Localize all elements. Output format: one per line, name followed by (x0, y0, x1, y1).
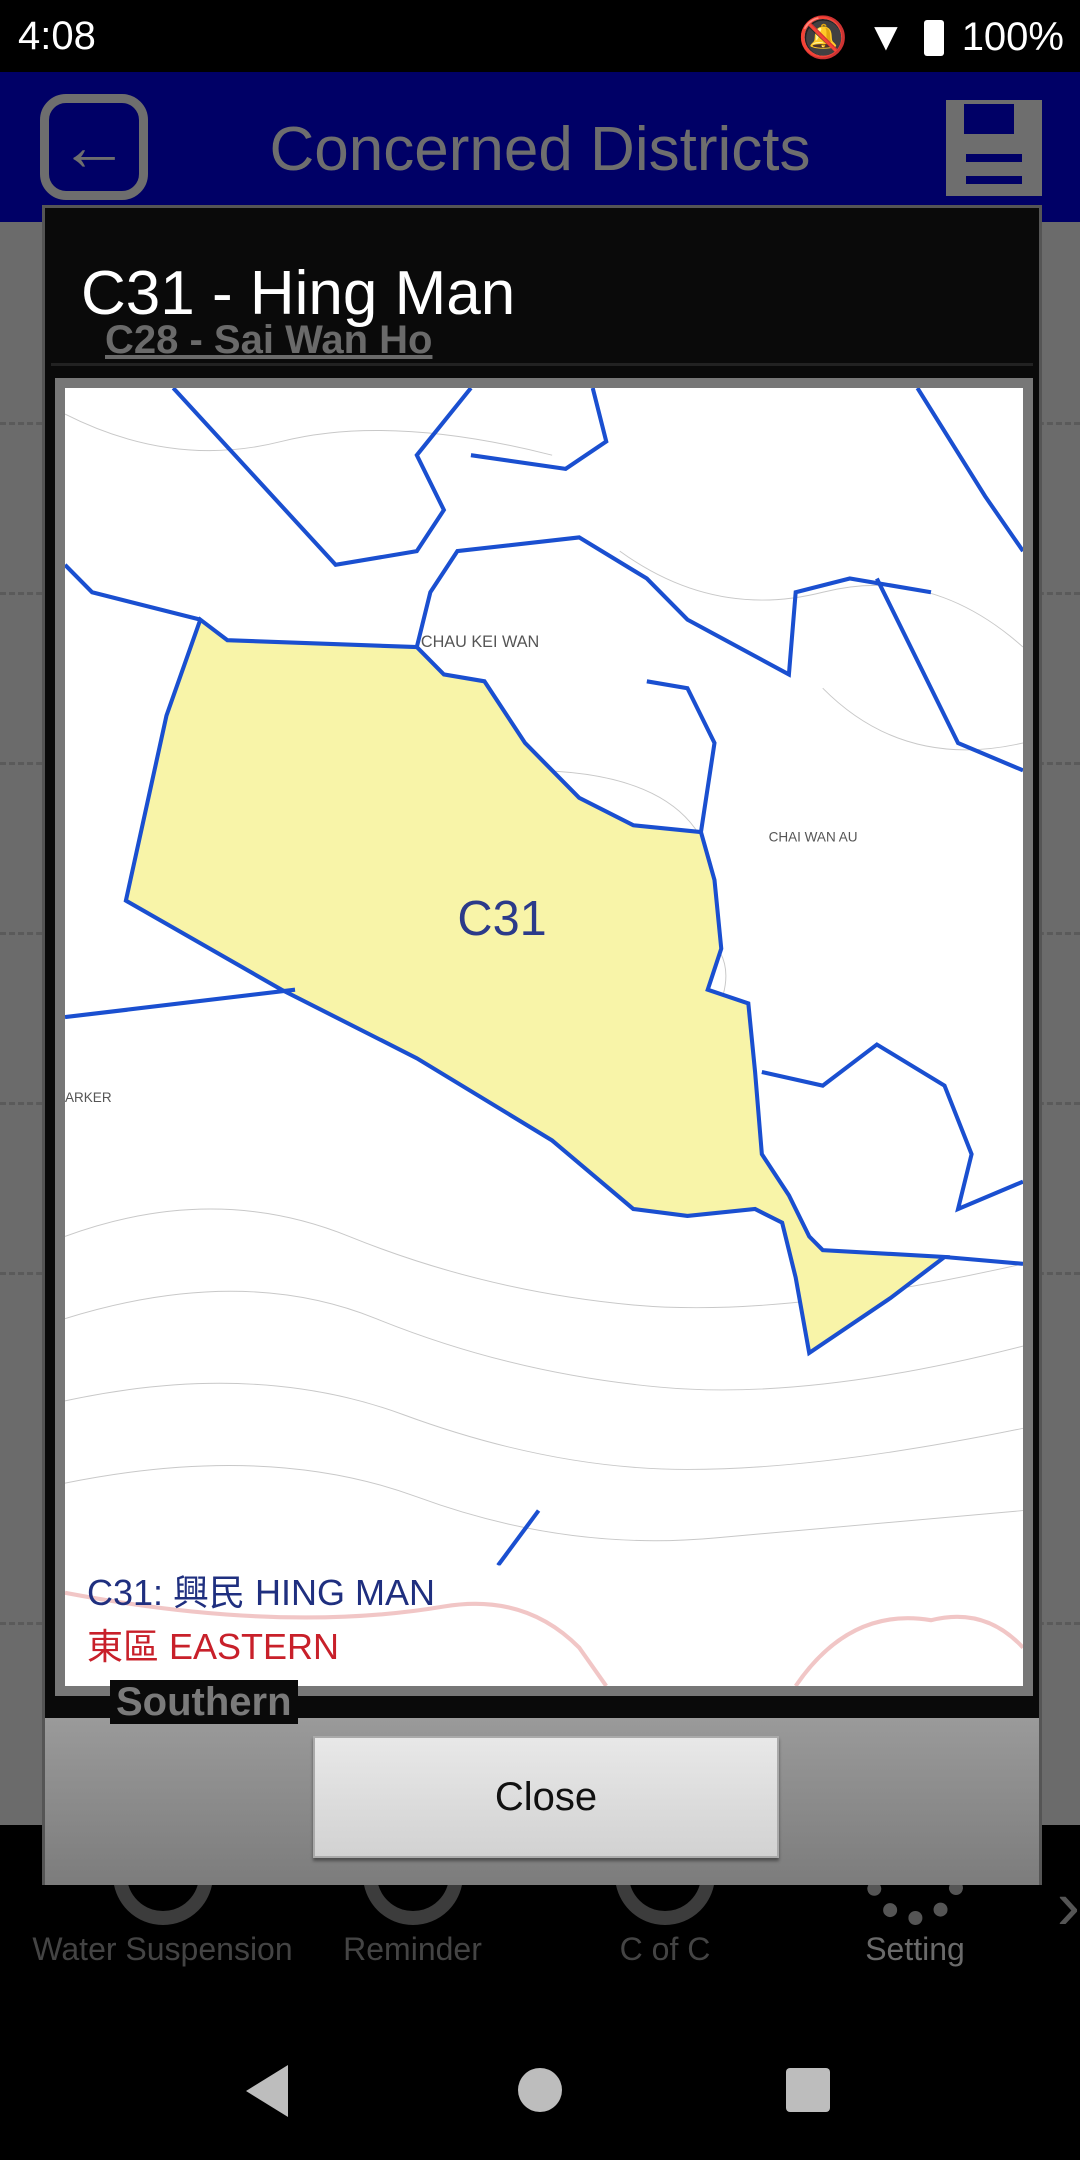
map-legend: C31: 興民 HING MAN 東區 EASTERN (87, 1566, 435, 1674)
app-header: ← Concerned Districts (0, 72, 1080, 222)
bell-off-icon: 🔕 (798, 16, 849, 60)
map-graphic: C31 CHAU KEI WAN CHAI WAN AU ARKER (65, 388, 1023, 1686)
nav-label: Reminder (343, 1931, 482, 1967)
nav-label: Setting (865, 1931, 965, 1967)
place-label: ARKER (65, 1090, 112, 1105)
c31-district-area (125, 619, 945, 1353)
close-button[interactable]: Close (313, 1736, 779, 1858)
chevron-right-icon[interactable]: › (1057, 1865, 1080, 1945)
place-label: CHAI WAN AU (769, 830, 858, 845)
clock: 4:08 (18, 14, 96, 58)
legend-district: C31: 興民 HING MAN (87, 1572, 436, 1613)
place-label: CHAU KEI WAN (421, 633, 539, 651)
floppy-save-icon[interactable] (946, 100, 1042, 196)
district-code-label: C31 (457, 892, 546, 946)
system-nav-bar (0, 2000, 1080, 2160)
legend-region: 東區 EASTERN (87, 1626, 340, 1667)
battery-percent: 100% (961, 15, 1064, 59)
map-frame: C31 CHAU KEI WAN CHAI WAN AU ARKER C31: … (55, 378, 1033, 1696)
recents-icon[interactable] (786, 2068, 830, 2112)
dialog-button-bar: Close (45, 1718, 1039, 1885)
district-map[interactable]: C31 CHAU KEI WAN CHAI WAN AU ARKER C31: … (65, 388, 1023, 1686)
nav-label: C of C (619, 1931, 711, 1967)
page-title: Concerned Districts (269, 115, 811, 184)
wifi-icon: ▼ (866, 15, 906, 59)
battery-icon (923, 19, 944, 56)
district-map-dialog: C31 - Hing Man C31 CHAU KEI WAN CHAI WAN… (42, 205, 1042, 1885)
divider (51, 363, 1033, 366)
status-bar: 4:08 🔕 ▼ 100% (0, 0, 1080, 72)
back-icon[interactable] (246, 2065, 288, 2117)
list-item[interactable]: Southern (110, 1680, 298, 1724)
list-item[interactable]: C28 - Sai Wan Ho (105, 318, 432, 363)
nav-label: Water Suspension (32, 1931, 293, 1967)
home-icon[interactable] (518, 2068, 562, 2112)
